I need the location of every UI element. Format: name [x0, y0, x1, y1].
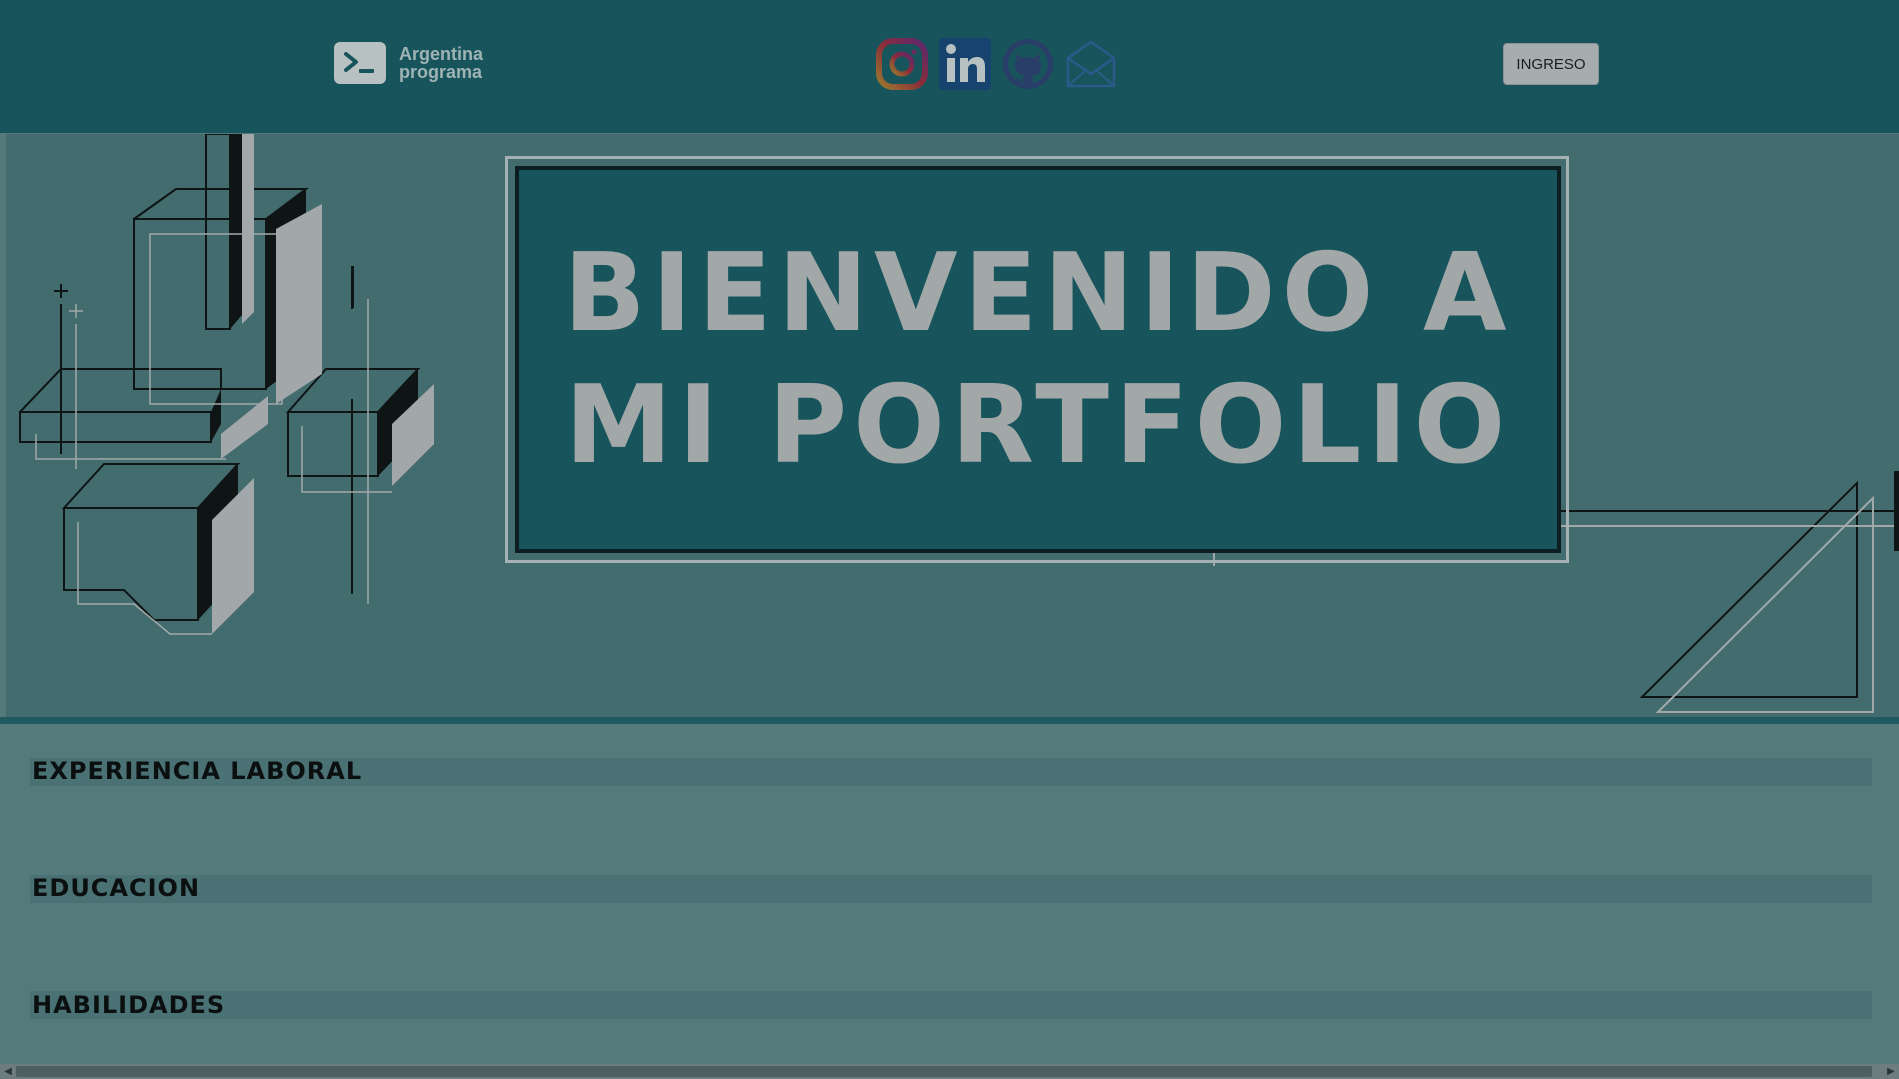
- instagram-icon[interactable]: [876, 38, 928, 90]
- linkedin-icon[interactable]: [939, 38, 991, 90]
- top-navbar: Argentina programa INGRESO: [0, 0, 1899, 133]
- ingreso-button[interactable]: INGRESO: [1503, 43, 1599, 85]
- github-icon[interactable]: [1002, 38, 1054, 90]
- education-section-title: EDUCACION: [32, 874, 201, 902]
- logo-text: Argentina programa: [399, 45, 483, 81]
- logo-line-1: Argentina: [399, 44, 484, 64]
- skills-section-bar: [30, 991, 1872, 1019]
- banner-divider: [0, 717, 1899, 724]
- logo-line-2: programa: [399, 62, 483, 82]
- social-links: [876, 38, 1117, 90]
- welcome-panel: BIENVENIDO A MI PORTFOLIO: [515, 166, 1561, 553]
- welcome-line-1: BIENVENIDO A: [563, 230, 1513, 356]
- scrollbar-thumb[interactable]: [16, 1066, 1872, 1077]
- skills-section-title: HABILIDADES: [32, 991, 226, 1019]
- terminal-prompt-icon: [334, 42, 386, 84]
- argentina-programa-logo[interactable]: Argentina programa: [334, 42, 483, 84]
- welcome-line-2: MI PORTFOLIO: [564, 362, 1512, 488]
- education-section-bar: [30, 875, 1872, 903]
- experience-section-title: EXPERIENCIA LABORAL: [32, 757, 363, 785]
- scroll-left-arrow-icon[interactable]: ◀: [0, 1064, 16, 1079]
- envelope-icon[interactable]: [1065, 38, 1117, 90]
- scroll-right-arrow-icon[interactable]: ▶: [1883, 1064, 1899, 1079]
